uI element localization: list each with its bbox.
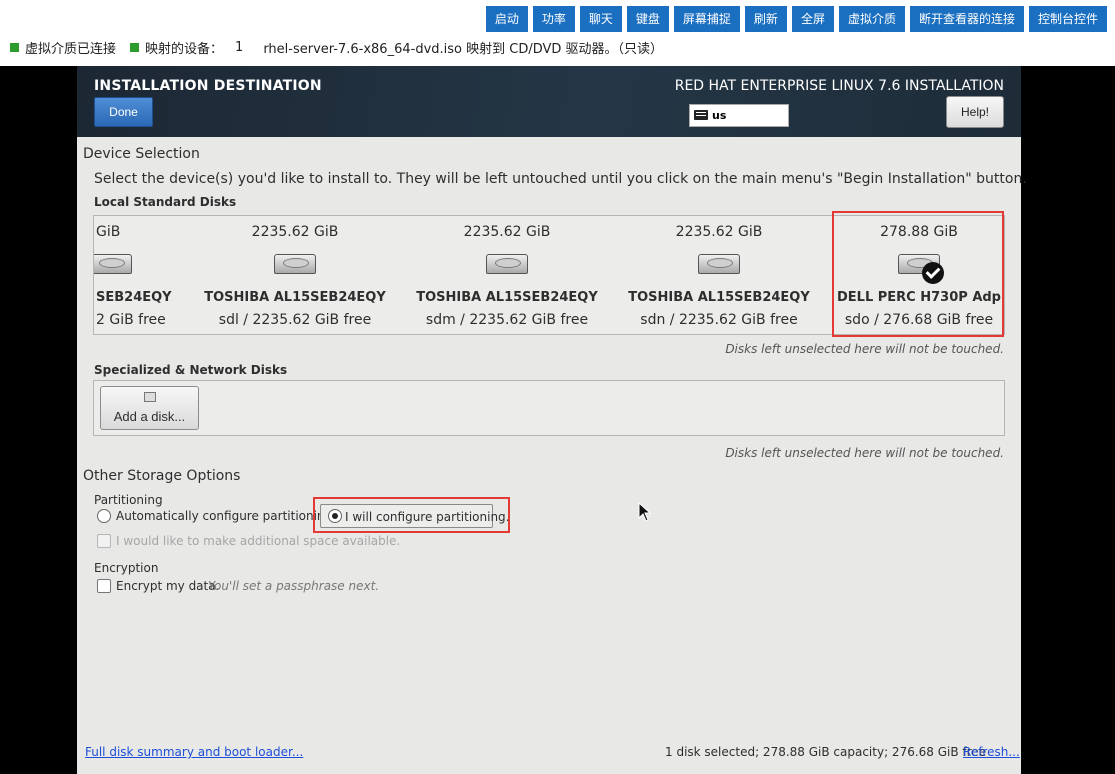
virtual-media-button[interactable]: 虚拟介质	[838, 6, 905, 32]
disk-size: 2235.62 GiB	[463, 224, 551, 240]
remote-console[interactable]: INSTALLATION DESTINATION Done RED HAT EN…	[0, 66, 1115, 774]
device-selection-instructions: Select the device(s) you'd like to insta…	[94, 171, 1027, 187]
disk-item[interactable]: 2235.62 GiB TOSHIBA AL15SEB24EQY sdn / 2…	[613, 216, 825, 334]
refresh-link[interactable]: Refresh...	[963, 745, 1020, 759]
mapped-devices-label: 映射的设备：	[145, 42, 224, 57]
additional-space-label: I would like to make additional space av…	[116, 534, 401, 548]
product-title: RED HAT ENTERPRISE LINUX 7.6 INSTALLATIO…	[674, 78, 1004, 94]
help-button[interactable]: Help!	[946, 96, 1004, 128]
hard-disk-icon	[486, 250, 528, 276]
toolbar-button-group: 启动 功率 聊天 键盘 屏幕捕捉 刷新 全屏 虚拟介质 断开查看器的连接 控制台…	[485, 6, 1107, 32]
encrypt-label[interactable]: Encrypt my data.	[116, 579, 219, 593]
refresh-button[interactable]: 刷新	[744, 6, 787, 32]
disk-size: 2235.62 GiB	[251, 224, 339, 240]
hard-disk-icon	[898, 250, 944, 284]
fullscreen-button[interactable]: 全屏	[791, 6, 834, 32]
disk-summary-link[interactable]: Full disk summary and boot loader...	[85, 745, 303, 759]
disk-size: 278.88 GiB	[880, 224, 958, 240]
local-disks-list[interactable]: GiB SEB24EQY 2 GiB free 2235.62 GiB TOSH…	[93, 215, 1005, 335]
mapped-devices-text: rhel-server-7.6-x86_64-dvd.iso 映射到 CD/DV…	[263, 42, 664, 57]
selection-summary: 1 disk selected; 278.88 GiB capacity; 27…	[665, 745, 987, 759]
specialized-disks-list: Add a disk...	[93, 380, 1005, 436]
installer-header: INSTALLATION DESTINATION Done RED HAT EN…	[77, 66, 1021, 137]
disk-item-selected[interactable]: 278.88 GiB DELL PERC H730P Adp sdo / 276…	[834, 216, 1004, 334]
disk-size: 2235.62 GiB	[675, 224, 763, 240]
installer-content: Device Selection Select the device(s) yo…	[77, 137, 1027, 774]
status-indicator-icon	[130, 43, 140, 52]
installer-screen: INSTALLATION DESTINATION Done RED HAT EN…	[77, 66, 1027, 774]
encryption-title: Encryption	[94, 561, 159, 575]
additional-space-checkbox[interactable]	[97, 534, 111, 548]
keyboard-icon	[694, 110, 708, 120]
untouched-note-2: Disks left unselected here will not be t…	[725, 446, 1004, 460]
hard-disk-icon	[94, 250, 132, 276]
page-title: INSTALLATION DESTINATION	[94, 78, 322, 94]
virtual-media-status: 虚拟介质已连接 映射的设备： 1 rhel-server-7.6-x86_64-…	[10, 38, 663, 57]
console-controls-button[interactable]: 控制台控件	[1028, 6, 1107, 32]
auto-partitioning-label[interactable]: Automatically configure partitioning.	[116, 509, 336, 523]
hard-disk-icon	[274, 250, 316, 276]
status-indicator-icon	[10, 43, 19, 52]
disk-size-text: GiB	[96, 224, 121, 240]
selected-check-icon	[922, 262, 944, 284]
keyboard-layout-value: us	[712, 109, 727, 122]
add-disk-label: Add a disk...	[113, 409, 186, 424]
screen-capture-button[interactable]: 屏幕捕捉	[673, 6, 740, 32]
disk-name: TOSHIBA AL15SEB24EQY	[628, 290, 810, 305]
disk-name-text: SEB24EQY	[96, 290, 172, 305]
disk-item[interactable]: 2235.62 GiB TOSHIBA AL15SEB24EQY sdm / 2…	[401, 216, 613, 334]
untouched-note: Disks left unselected here will not be t…	[725, 342, 1004, 356]
media-connected-text: 虚拟介质已连接	[25, 42, 117, 57]
partitioning-title: Partitioning	[94, 493, 163, 507]
mapped-devices-count: 1	[235, 40, 244, 55]
disk-name: TOSHIBA AL15SEB24EQY	[204, 290, 386, 305]
keyboard-layout-indicator[interactable]: us	[689, 104, 789, 127]
disk-free: sdn / 2235.62 GiB free	[640, 312, 798, 328]
disk-item[interactable]: 2235.62 GiB TOSHIBA AL15SEB24EQY sdl / 2…	[189, 216, 401, 334]
disk-free: sdo / 276.68 GiB free	[844, 312, 994, 328]
hard-disk-icon	[698, 250, 740, 276]
disk-free-text: 2 GiB free	[96, 312, 166, 328]
disk-name: DELL PERC H730P Adp	[837, 290, 1001, 305]
encrypt-hint: You'll set a passphrase next.	[208, 579, 380, 593]
disk-item[interactable]: GiB SEB24EQY 2 GiB free	[94, 216, 184, 334]
boot-button[interactable]: 启动	[485, 6, 528, 32]
auto-partitioning-radio[interactable]	[97, 509, 111, 523]
disk-add-icon	[144, 392, 156, 402]
chat-button[interactable]: 聊天	[579, 6, 622, 32]
keyboard-button[interactable]: 键盘	[626, 6, 669, 32]
power-button[interactable]: 功率	[532, 6, 575, 32]
specialized-disks-title: Specialized & Network Disks	[94, 363, 288, 377]
other-storage-title: Other Storage Options	[83, 468, 241, 484]
disk-free: sdl / 2235.62 GiB free	[218, 312, 372, 328]
done-button[interactable]: Done	[94, 97, 153, 127]
disk-free: sdm / 2235.62 GiB free	[425, 312, 589, 328]
viewer-toolbar: 启动 功率 聊天 键盘 屏幕捕捉 刷新 全屏 虚拟介质 断开查看器的连接 控制台…	[0, 0, 1115, 62]
encrypt-checkbox[interactable]	[97, 579, 111, 593]
device-selection-title: Device Selection	[83, 146, 200, 162]
disconnect-viewer-button[interactable]: 断开查看器的连接	[909, 6, 1024, 32]
add-disk-button[interactable]: Add a disk...	[100, 386, 199, 430]
manual-partitioning-highlight	[313, 497, 510, 533]
local-disks-title: Local Standard Disks	[94, 195, 237, 209]
disk-name: TOSHIBA AL15SEB24EQY	[416, 290, 598, 305]
